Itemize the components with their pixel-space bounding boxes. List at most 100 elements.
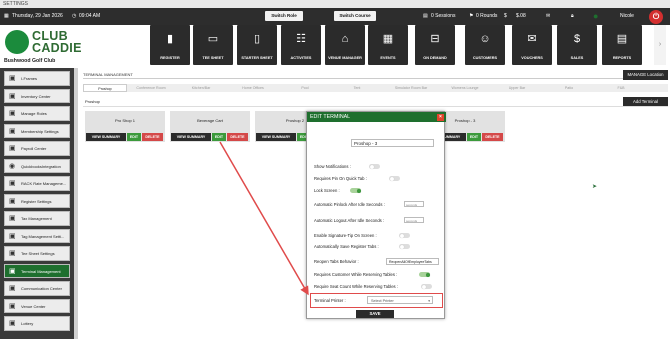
- top-bar: ▦ Thursday, 29 Jan 2026 ◷ 09:04 AM Switc…: [0, 8, 670, 25]
- nav-vouchers[interactable]: ✉ VOUCHERS: [512, 25, 552, 65]
- on-demand-icon: ⊟: [430, 33, 440, 45]
- tab-upper-bar[interactable]: Upper Bar: [491, 84, 543, 92]
- requires-customer-toggle[interactable]: [419, 272, 430, 277]
- frame-icon: ▣: [9, 75, 16, 82]
- sidebar-item-tee-sheet-settings[interactable]: ▣ Tee Sheet Settings: [4, 246, 70, 261]
- nav-scroll-right-icon[interactable]: ›: [654, 25, 666, 65]
- nav-starter-sheet[interactable]: ▯ STARTER SHEET: [237, 25, 277, 65]
- quickbooks-icon: ◉: [9, 162, 16, 170]
- sidebar-item-terminal-management[interactable]: ▣ Terminal Management: [4, 263, 70, 278]
- user-name: Nicole: [620, 13, 634, 19]
- club-name: Bushwood Golf Club: [4, 58, 56, 64]
- terminal-name-input[interactable]: Proshop - 3: [351, 139, 434, 147]
- tab-kitchen-bar[interactable]: Kitchen/Bar: [175, 84, 227, 92]
- terminal-printer-select[interactable]: Select Printer ▾: [367, 296, 433, 304]
- manage-location-button[interactable]: MANAGE Location: [623, 70, 668, 80]
- auto-logout-input[interactable]: seconds: [404, 217, 424, 223]
- events-icon: ▦: [382, 33, 394, 45]
- golf-ball-logo-icon: [5, 30, 29, 54]
- sessions-count: 0 Sessions: [431, 13, 456, 19]
- require-seat-count-toggle[interactable]: [421, 284, 432, 289]
- delete-button[interactable]: DELETE: [227, 133, 248, 141]
- tab-fnb[interactable]: F&B: [595, 84, 647, 92]
- rack-rate-icon: ▣: [9, 180, 16, 187]
- view-summary-button[interactable]: VIEW SUMMARY: [256, 133, 296, 141]
- save-button[interactable]: SAVE: [356, 310, 394, 318]
- reopen-tabs-select[interactable]: ReopenAllOfEmployeeTabs: [386, 258, 439, 265]
- nav-events[interactable]: ▦ EVENTS: [368, 25, 408, 65]
- notification-icon[interactable]: ✉: [546, 8, 550, 25]
- sidebar-item-payroll-center[interactable]: ▣ Payroll Center: [4, 141, 70, 156]
- nav-activities[interactable]: ☷ ACTIVITIES: [281, 25, 321, 65]
- view-summary-button[interactable]: VIEW SUMMARY: [86, 133, 126, 141]
- register-icon: ▮: [166, 33, 174, 45]
- sidebar-item-membership-settings[interactable]: ▣ Membership Settings: [4, 123, 70, 138]
- add-terminal-button[interactable]: Add Terminal: [623, 97, 668, 106]
- tab-pool[interactable]: Pool: [279, 84, 331, 92]
- membership-icon: ▣: [9, 127, 16, 135]
- sidebar-item-rack-rate[interactable]: ▣ RACK Rate Manageme...: [4, 176, 70, 191]
- tab-tent[interactable]: Tent: [331, 84, 383, 92]
- sidebar-item-quickbooks[interactable]: ◉ QuickbooksIntegration: [4, 158, 70, 173]
- window-title: SETTINGS: [3, 1, 29, 7]
- sidebar-item-manage-roles[interactable]: ▣ Manage Roles: [4, 106, 70, 121]
- auto-pinlock-input[interactable]: seconds: [404, 201, 424, 207]
- sidebar-item-iframes[interactable]: ▣ I-Frames: [4, 71, 70, 86]
- requires-pin-toggle[interactable]: [389, 176, 400, 181]
- sidebar-item-register-settings[interactable]: ▣ Register Settings: [4, 193, 70, 208]
- tab-proshop[interactable]: Proshop: [83, 84, 127, 92]
- nav-sales[interactable]: $ SALES: [557, 25, 597, 65]
- terminal-printer-label: Terminal Printer :: [314, 298, 346, 303]
- nav-register[interactable]: ▮ REGISTER: [150, 25, 190, 65]
- switch-course-button[interactable]: Switch Course: [334, 11, 376, 21]
- tee-sheet-settings-icon: ▣: [9, 250, 16, 257]
- activities-icon: ☷: [296, 33, 306, 45]
- tab-conference-room[interactable]: Conference Room: [127, 84, 175, 92]
- view-summary-button[interactable]: VIEW SUMMARY: [171, 133, 211, 141]
- tab-simulator-room-bar[interactable]: Simulator Room Bar: [383, 84, 439, 92]
- venue-icon: ▣: [9, 302, 16, 310]
- nav-reports[interactable]: ▤ REPORTS: [602, 25, 642, 65]
- chevron-down-icon: ▾: [428, 299, 430, 303]
- sidebar-item-communication-center[interactable]: ▣ Communication Center: [4, 281, 70, 296]
- signature-tip-toggle[interactable]: [399, 233, 410, 238]
- brand-logo: CLUB CADDIE Bushwood Golf Club: [0, 25, 150, 68]
- auto-pinlock-label: Automatic Pinlock After Idle Seconds :: [314, 202, 385, 207]
- power-icon[interactable]: ⏻: [649, 9, 663, 24]
- terminal-name: Pro Shop 1: [114, 118, 135, 123]
- sales-icon: $: [573, 33, 581, 45]
- switch-role-button[interactable]: Switch Role: [265, 11, 303, 21]
- tag-icon: ▣: [9, 232, 16, 240]
- lock-screen-toggle[interactable]: [350, 188, 361, 193]
- sidebar-item-inventory-center[interactable]: ▣ Inventory Center: [4, 88, 70, 103]
- tab-home-offices[interactable]: Home Offices: [227, 84, 279, 92]
- edit-button[interactable]: EDIT: [127, 133, 141, 141]
- tab-patio[interactable]: Patio: [543, 84, 595, 92]
- tab-womens-lounge[interactable]: Womens Lounge: [439, 84, 491, 92]
- nav-on-demand[interactable]: ⊟ ON DEMAND: [415, 25, 455, 65]
- lock-screen-label: Lock Screen :: [314, 188, 340, 193]
- sidebar-item-tag-management[interactable]: ▣ Tag Management Setti...: [4, 228, 70, 243]
- window-title-bar: SETTINGS: [0, 0, 670, 8]
- edit-button[interactable]: EDIT: [212, 133, 226, 141]
- date-label: Thursday, 29 Jan 2026: [12, 13, 63, 19]
- terminal-icon: ▣: [9, 267, 16, 275]
- sidebar-item-tax-management[interactable]: ▣ Tax Management: [4, 211, 70, 226]
- sidebar-item-lottery[interactable]: ▣ Lottery: [4, 316, 70, 331]
- modal-title: EDIT TERMINAL: [310, 114, 351, 120]
- terminal-card: Beverage Cart VIEW SUMMARY EDIT DELETE: [170, 111, 250, 142]
- avatar[interactable]: ●: [593, 8, 598, 25]
- sidebar-item-venue-center[interactable]: ▣ Venue Center: [4, 298, 70, 313]
- nav-customers[interactable]: ☺ CUSTOMERS: [465, 25, 505, 65]
- auto-save-tabs-toggle[interactable]: [399, 244, 410, 249]
- lock-icon[interactable]: 🔒︎: [571, 8, 574, 25]
- edit-button[interactable]: EDIT: [467, 133, 481, 141]
- main-nav: ▮ REGISTER ▭ TEE SHEET ▯ STARTER SHEET ☷ ACT…: [150, 25, 670, 68]
- nav-tee-sheet[interactable]: ▭ TEE SHEET: [193, 25, 233, 65]
- nav-venue-manager[interactable]: ⌂ VENUE MANAGER: [325, 25, 365, 65]
- show-notifications-toggle[interactable]: [369, 164, 380, 169]
- delete-button[interactable]: DELETE: [482, 133, 503, 141]
- delete-button[interactable]: DELETE: [142, 133, 163, 141]
- close-icon[interactable]: ×: [437, 113, 444, 121]
- communication-icon: ▣: [9, 285, 16, 292]
